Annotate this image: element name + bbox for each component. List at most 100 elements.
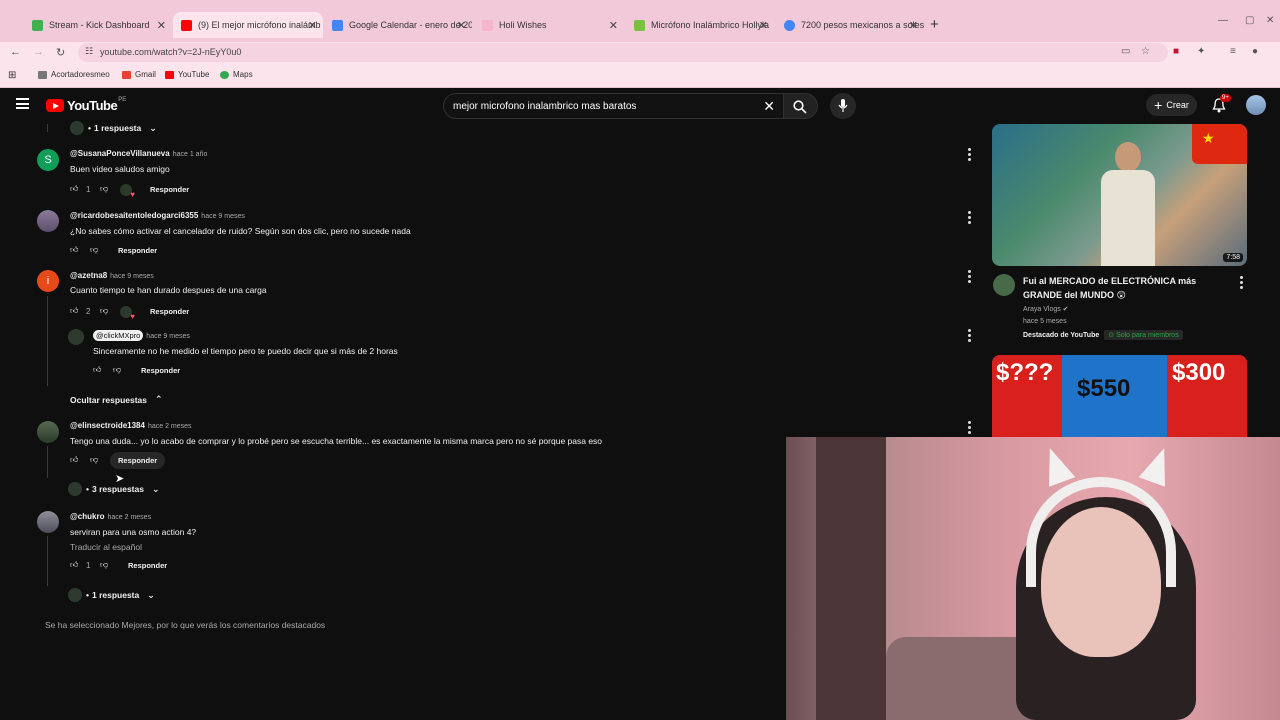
more-options-icon[interactable] — [968, 329, 971, 344]
search-input[interactable]: mejor microfono inalambrico mas baratos … — [443, 93, 784, 119]
apps-icon[interactable]: ⊞ — [8, 70, 16, 81]
related-video-thumbnail-2[interactable]: $??? $550 $300 — [992, 355, 1247, 437]
close-tab-icon[interactable]: ✕ — [609, 19, 618, 32]
youtube-play-icon — [46, 99, 64, 112]
comment-time[interactable]: hace 9 meses — [146, 333, 190, 340]
menu-icon[interactable] — [16, 98, 29, 109]
create-button[interactable]: + Crear — [1146, 94, 1197, 116]
creator-tag[interactable]: @clickMXpro — [93, 330, 144, 341]
voice-search-button[interactable] — [830, 93, 856, 119]
dislike-button[interactable]: 👎︎ — [100, 184, 108, 194]
new-tab-button[interactable]: + — [930, 16, 939, 33]
like-button[interactable]: 👍︎ — [70, 184, 78, 194]
more-options-icon[interactable] — [968, 211, 971, 226]
close-tab-icon[interactable]: ✕ — [308, 19, 317, 32]
bullet: • — [86, 484, 89, 494]
reload-icon[interactable]: ↻ — [56, 46, 65, 59]
maximize-icon[interactable]: ▢ — [1245, 15, 1254, 26]
thread-line — [47, 124, 48, 132]
browser-tab[interactable]: Micrófono Inalámbrico Hollyla ✕ — [626, 12, 774, 38]
comment-author[interactable]: @azetna8 — [70, 271, 107, 280]
comment-time[interactable]: hace 1 año — [173, 151, 208, 158]
puzzle-icon[interactable]: ✦ — [1197, 46, 1205, 57]
comment-author[interactable]: @ricardobesaitentoledogarci6355 — [70, 211, 198, 220]
reply-button[interactable]: Responder — [118, 246, 157, 255]
related-video-thumbnail[interactable]: 7:58 — [992, 124, 1247, 266]
close-window-icon[interactable]: ✕ — [1266, 15, 1274, 26]
dislike-button[interactable]: 👎︎ — [100, 560, 108, 570]
sidebar-icon[interactable]: ≡ — [1230, 46, 1236, 57]
comment-time[interactable]: hace 9 meses — [201, 213, 245, 220]
bookmark-youtube[interactable]: YouTube — [165, 70, 209, 79]
reply-button[interactable]: Responder — [150, 307, 189, 316]
clear-search-icon[interactable]: ✕ — [763, 98, 775, 115]
view-replies-button[interactable]: • 1 respuesta ⌄ — [68, 588, 155, 602]
channel-name[interactable]: Araya Vlogs ✔ — [1023, 305, 1069, 313]
minimize-icon[interactable]: — — [1218, 15, 1228, 26]
thumbnail-person — [1097, 142, 1157, 266]
more-options-icon[interactable] — [968, 148, 971, 163]
youtube-icon — [165, 70, 174, 79]
comment-time[interactable]: hace 9 meses — [110, 273, 154, 280]
translate-link[interactable]: Traducir al español — [70, 542, 142, 552]
dislike-button[interactable]: 👎︎ — [90, 245, 98, 255]
cast-icon[interactable]: ▭ — [1121, 46, 1130, 57]
more-options-icon[interactable] — [968, 421, 971, 436]
back-icon[interactable]: ← — [10, 46, 21, 58]
like-button[interactable]: 👍︎ — [93, 365, 101, 375]
avatar[interactable] — [37, 210, 59, 232]
reply-button[interactable]: Responder — [141, 366, 180, 375]
browser-tab[interactable]: Stream - Kick Dashboard ✕ — [24, 12, 172, 38]
bookmark-folder[interactable]: Acortadoresmeo — [38, 70, 110, 79]
hide-replies-button[interactable]: Ocultar respuestas ⌃ — [70, 394, 163, 405]
reply-button[interactable]: Responder — [150, 185, 189, 194]
bookmark-gmail[interactable]: Gmail — [122, 70, 156, 79]
forward-icon[interactable]: → — [33, 46, 44, 58]
browser-tab[interactable]: Holi Wishes ✕ — [474, 12, 624, 38]
url-field[interactable]: ☷ youtube.com/watch?v=2J-nEyY0u0 — [78, 43, 1168, 62]
comment-author[interactable]: @chukro — [70, 512, 104, 521]
like-button[interactable]: 👍︎ — [70, 455, 78, 465]
dislike-button[interactable]: 👎︎ — [90, 455, 98, 465]
avatar[interactable]: S — [37, 149, 59, 171]
reply-button[interactable]: Responder — [128, 561, 167, 570]
creator-avatar[interactable] — [68, 329, 84, 345]
close-tab-icon[interactable]: ✕ — [759, 19, 768, 32]
dislike-button[interactable]: 👎︎ — [113, 365, 121, 375]
creator-avatar-mini — [68, 482, 82, 496]
bookmark-star-icon[interactable]: ☆ — [1141, 46, 1150, 57]
close-tab-icon[interactable]: ✕ — [157, 19, 166, 32]
browser-tab[interactable]: 7200 pesos mexicanos a soles ✕ — [776, 12, 924, 38]
browser-tab[interactable]: Google Calendar - enero de 20 ✕ — [324, 12, 472, 38]
close-tab-icon[interactable]: ✕ — [909, 19, 918, 32]
youtube-icon — [181, 19, 192, 31]
comment-time[interactable]: hace 2 meses — [107, 514, 151, 521]
close-tab-icon[interactable]: ✕ — [457, 19, 466, 32]
reply-button[interactable]: Responder — [110, 452, 166, 469]
site-info-icon[interactable]: ☷ — [85, 46, 93, 57]
comment-time[interactable]: hace 2 meses — [148, 423, 192, 430]
profile-icon[interactable]: ● — [1252, 46, 1258, 57]
search-button[interactable] — [784, 93, 818, 119]
bookmark-maps[interactable]: Maps — [220, 70, 253, 79]
view-replies-button[interactable]: • 3 respuestas ⌄ — [68, 482, 160, 496]
avatar[interactable] — [37, 421, 59, 443]
avatar[interactable]: i — [37, 270, 59, 292]
like-button[interactable]: 👍︎ — [70, 245, 78, 255]
more-options-icon[interactable] — [968, 270, 971, 285]
channel-avatar[interactable] — [993, 274, 1015, 296]
related-video-title[interactable]: Fui al MERCADO de ELECTRÓNICA más GRANDE… — [1023, 274, 1223, 302]
more-options-icon[interactable] — [1240, 276, 1243, 291]
like-button[interactable]: 👍︎ — [70, 306, 78, 316]
account-avatar[interactable] — [1246, 95, 1266, 115]
dislike-button[interactable]: 👎︎ — [100, 306, 108, 316]
like-button[interactable]: 👍︎ — [70, 560, 78, 570]
view-replies-button[interactable]: • 1 respuesta ⌄ — [70, 121, 157, 135]
youtube-logo[interactable]: YouTube PE — [46, 97, 126, 113]
browser-tab-active[interactable]: (9) El mejor micrófono inalámb ✕ — [173, 12, 323, 38]
avatar[interactable] — [37, 511, 59, 533]
comment-header: @SusanaPonceVillanueva hace 1 año — [70, 149, 207, 158]
comment-author[interactable]: @SusanaPonceVillanueva — [70, 149, 170, 158]
extension-icon[interactable]: ■ — [1173, 46, 1179, 57]
comment-author[interactable]: @elinsectroide1384 — [70, 421, 145, 430]
